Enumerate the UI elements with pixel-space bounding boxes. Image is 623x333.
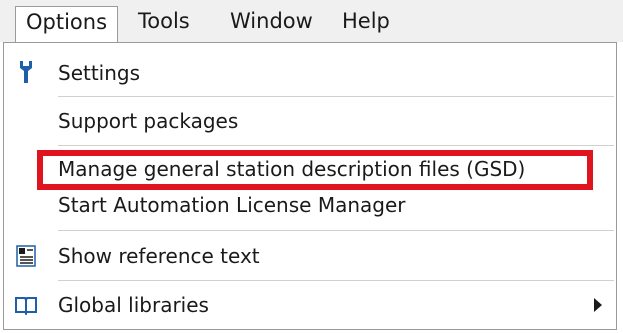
menu-item-label: Global libraries [58,293,209,317]
menu-item-license-manager[interactable]: Start Automation License Manager [4,189,616,225]
menu-separator [58,145,614,146]
reference-text-icon [12,243,40,269]
menu-separator [58,230,614,231]
menu-item-global-libraries[interactable]: Global libraries [4,285,616,325]
options-dropdown: Settings Support packages Manage general… [3,42,617,330]
menu-item-label: Start Automation License Manager [58,193,406,217]
menu-item-label: Support packages [58,109,239,133]
menu-help[interactable]: Help [332,6,400,36]
menu-window[interactable]: Window [220,6,323,36]
menu-separator [58,96,614,97]
menu-item-label: Settings [58,61,141,85]
menu-item-show-reference-text[interactable]: Show reference text [4,236,616,276]
menu-item-support-packages[interactable]: Support packages [4,103,616,141]
menu-bar: Options Tools Window Help [0,0,623,43]
menu-item-label: Show reference text [58,244,260,268]
submenu-arrow-icon [594,298,602,312]
book-icon [12,292,40,318]
menu-options[interactable]: Options [15,6,119,43]
menu-item-settings[interactable]: Settings [4,53,616,91]
wrench-icon [12,59,40,85]
menu-separator [58,280,614,281]
menu-tools[interactable]: Tools [128,6,200,36]
highlight-annotation-box [37,150,593,190]
